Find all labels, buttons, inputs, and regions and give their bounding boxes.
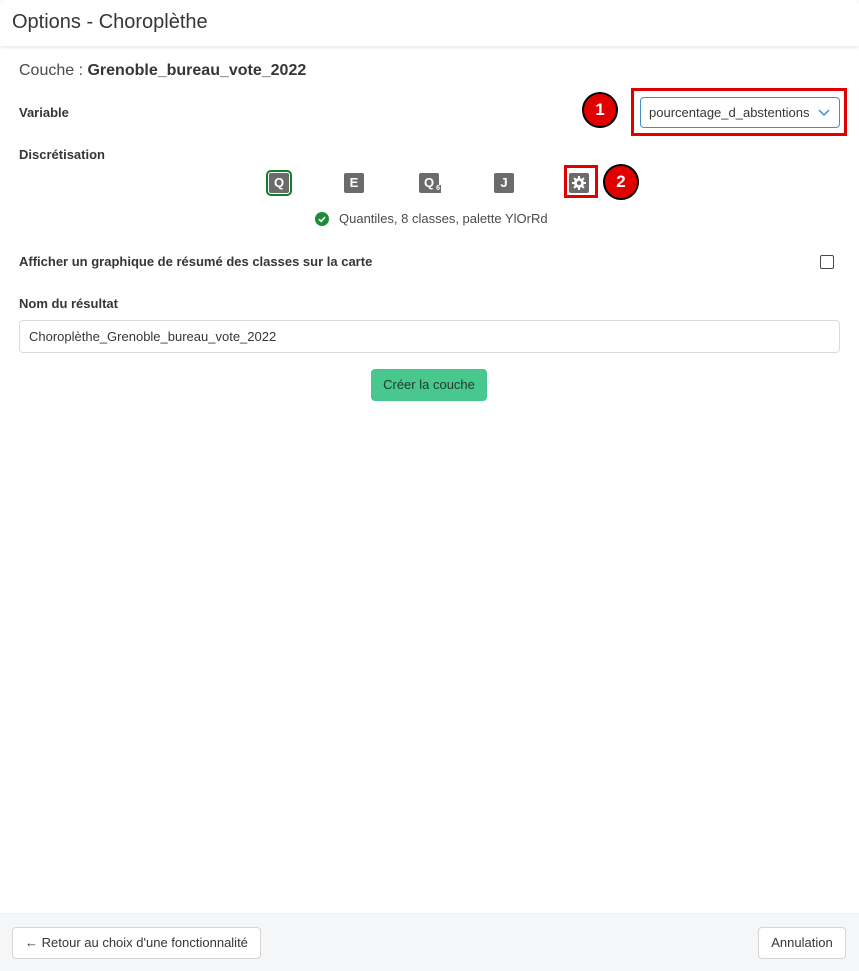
q6-icon[interactable]: Q6 [419, 173, 441, 193]
variable-label: Variable [19, 105, 69, 120]
gear-icon[interactable] [569, 173, 589, 193]
jenks-icon[interactable]: J [494, 173, 514, 193]
modal-header: Options - Choroplèthe [0, 0, 859, 46]
summary-chart-checkbox[interactable] [820, 255, 834, 269]
variable-select[interactable]: pourcentage_d_abstentions [640, 97, 840, 128]
chevron-down-icon [818, 109, 830, 117]
equal-intervals-icon[interactable]: E [344, 173, 364, 193]
layer-name: Grenoble_bureau_vote_2022 [87, 62, 307, 79]
discretisation-status-text: Quantiles, 8 classes, palette YlOrRd [339, 211, 548, 226]
modal-title: Options - Choroplèthe [12, 11, 208, 33]
arrow-left-icon: ← [25, 935, 38, 950]
check-circle-icon [315, 211, 329, 226]
discretisation-status: Quantiles, 8 classes, palette YlOrRd [315, 211, 548, 226]
variable-select-value: pourcentage_d_abstentions [649, 105, 810, 120]
result-name-label: Nom du résultat [19, 296, 118, 311]
discretisation-label: Discrétisation [19, 147, 105, 162]
quantiles-icon[interactable]: Q [266, 170, 292, 196]
back-button-label: Retour au choix d'une fonctionnalité [41, 935, 248, 950]
result-name-input[interactable] [19, 320, 840, 353]
summary-chart-label: Afficher un graphique de résumé des clas… [19, 254, 373, 269]
back-button[interactable]: ← Retour au choix d'une fonctionnalité [12, 927, 261, 959]
layer-prefix: Couche : [19, 62, 88, 79]
create-layer-button[interactable]: Créer la couche [371, 369, 487, 401]
modal-footer: ← Retour au choix d'une fonctionnalité A… [0, 913, 859, 971]
cancel-button[interactable]: Annulation [758, 927, 846, 959]
annotation-badge-1: 1 [582, 92, 618, 128]
layer-line: Couche : Grenoble_bureau_vote_2022 [19, 62, 306, 80]
annotation-badge-2: 2 [603, 164, 639, 200]
